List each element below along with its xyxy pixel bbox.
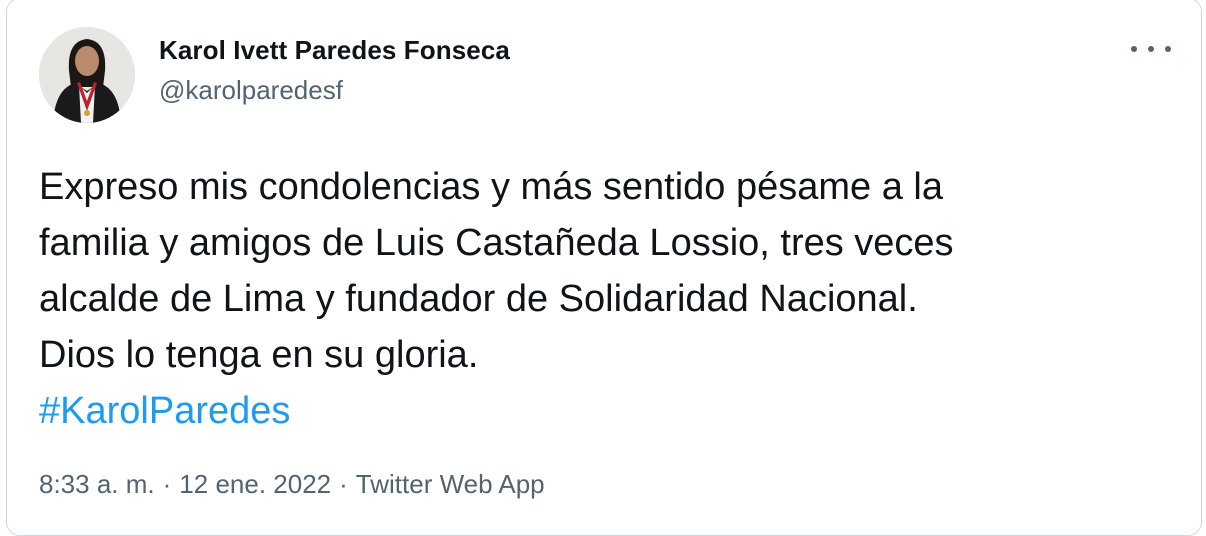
- author-name[interactable]: Karol Ivett Paredes Fonseca: [159, 35, 510, 66]
- date-link[interactable]: 12 ene. 2022: [179, 469, 331, 499]
- avatar[interactable]: [39, 27, 135, 123]
- author-handle[interactable]: @karolparedesf: [159, 75, 343, 106]
- tweet-text-line: alcalde de Lima y fundador de Solidarida…: [39, 278, 918, 320]
- dot-icon: [1165, 46, 1171, 52]
- timestamp-link[interactable]: 8:33 a. m.: [39, 469, 155, 499]
- dot-icon: [1148, 46, 1154, 52]
- tweet-text-line: Expreso mis condolencias y más sentido p…: [39, 166, 944, 208]
- dot-icon: [1131, 46, 1137, 52]
- tweet-card[interactable]: Karol Ivett Paredes Fonseca @karolparede…: [6, 0, 1202, 536]
- more-options-icon[interactable]: [1131, 35, 1171, 63]
- tweet-source: Twitter Web App: [355, 469, 545, 499]
- separator: ·: [162, 469, 172, 499]
- tweet-text-line: Dios lo tenga en su gloria.: [39, 334, 479, 376]
- tweet-time: 8:33 a. m.: [39, 469, 155, 499]
- tweet-date: 12 ene. 2022: [179, 469, 332, 499]
- avatar-image: [39, 27, 135, 123]
- tweet-text: Expreso mis condolencias y más sentido p…: [39, 159, 1179, 439]
- tweet-text-line: familia y amigos de Luis Castañeda Lossi…: [39, 222, 954, 264]
- source-link[interactable]: Twitter Web App: [356, 469, 545, 499]
- hashtag-link[interactable]: #KarolParedes: [39, 383, 1179, 439]
- tweet-meta: 8:33 a. m. · 12 ene. 2022 · Twitter Web App: [39, 469, 545, 500]
- separator: ·: [339, 469, 348, 499]
